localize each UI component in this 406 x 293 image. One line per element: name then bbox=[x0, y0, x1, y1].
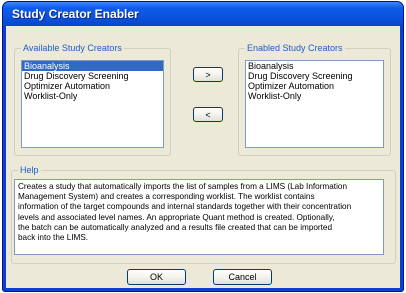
enabled-item-bioanalysis[interactable]: Bioanalysis bbox=[246, 61, 383, 71]
help-text-line: information of the target compounds and … bbox=[18, 202, 352, 212]
help-text-line: Management System) and creates a corresp… bbox=[18, 192, 315, 202]
available-item-optimizer-automation[interactable]: Optimizer Automation bbox=[22, 81, 163, 91]
available-study-creators-list[interactable]: Bioanalysis Drug Discovery Screening Opt… bbox=[21, 60, 164, 148]
help-label: Help bbox=[18, 164, 41, 176]
dialog-body: Available Study Creators Bioanalysis Dru… bbox=[6, 26, 400, 288]
help-text-box[interactable]: Creates a study that automatically impor… bbox=[14, 179, 384, 255]
help-text-line: back into the LIMS. bbox=[18, 233, 89, 243]
enabled-study-creators-group: Enabled Study Creators Bioanalysis Drug … bbox=[238, 42, 391, 156]
enabled-study-creators-list[interactable]: Bioanalysis Drug Discovery Screening Opt… bbox=[245, 60, 384, 148]
help-text-line: Creates a study that automatically impor… bbox=[18, 182, 348, 191]
enabled-item-worklist-only[interactable]: Worklist-Only bbox=[246, 91, 383, 101]
add-button[interactable]: > bbox=[193, 67, 223, 82]
window-title: Study Creator Enabler bbox=[12, 7, 139, 21]
help-text-line: levels and associated level names. An ap… bbox=[18, 212, 335, 222]
enabled-study-creators-label: Enabled Study Creators bbox=[245, 42, 345, 54]
available-study-creators-group: Available Study Creators Bioanalysis Dru… bbox=[14, 42, 171, 156]
study-creator-enabler-dialog: Study Creator Enabler Available Study Cr… bbox=[3, 2, 403, 291]
available-study-creators-label: Available Study Creators bbox=[21, 42, 124, 54]
help-text-line: the batch can be automatically analyzed … bbox=[18, 222, 333, 232]
remove-button[interactable]: < bbox=[193, 107, 223, 122]
enabled-item-drug-discovery-screening[interactable]: Drug Discovery Screening bbox=[246, 71, 383, 81]
ok-button[interactable]: OK bbox=[127, 269, 186, 285]
cancel-button[interactable]: Cancel bbox=[213, 269, 272, 285]
title-bar[interactable]: Study Creator Enabler bbox=[3, 2, 403, 26]
available-item-worklist-only[interactable]: Worklist-Only bbox=[22, 91, 163, 101]
available-item-drug-discovery-screening[interactable]: Drug Discovery Screening bbox=[22, 71, 163, 81]
enabled-item-optimizer-automation[interactable]: Optimizer Automation bbox=[246, 81, 383, 91]
available-item-bioanalysis[interactable]: Bioanalysis bbox=[22, 61, 163, 71]
